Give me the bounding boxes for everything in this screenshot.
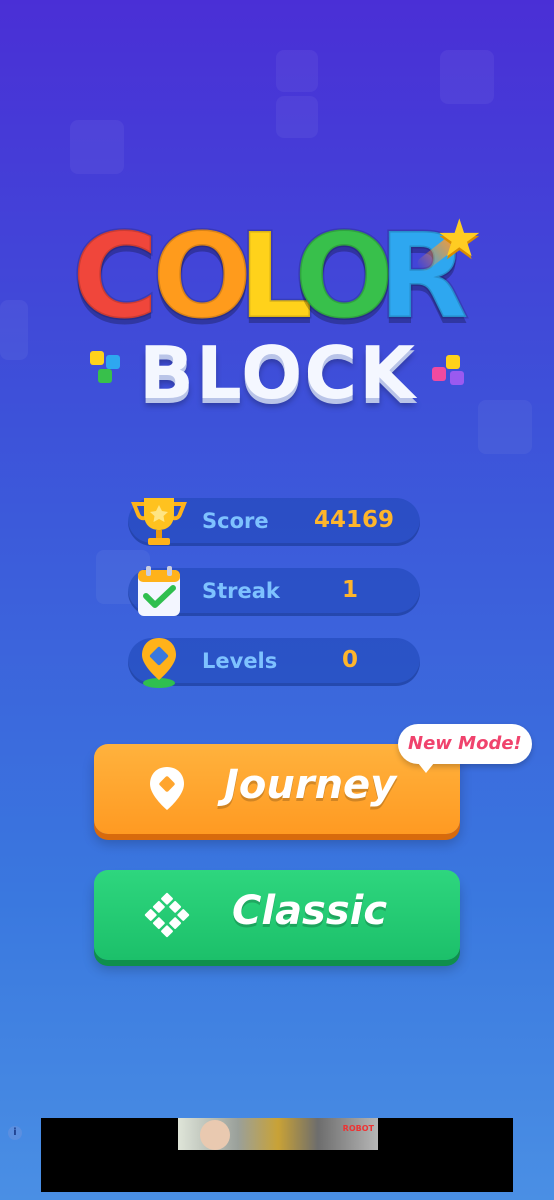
logo-letter: C	[71, 207, 161, 345]
ad-brand-logo: ROBOT	[342, 1124, 374, 1133]
stat-label: Levels	[202, 649, 278, 673]
background-block	[440, 50, 494, 104]
classic-button[interactable]: Classic	[94, 870, 460, 960]
grid-diamond-icon	[142, 890, 192, 940]
background-block	[276, 96, 318, 138]
new-mode-badge: New Mode!	[398, 724, 532, 773]
stat-levels: Levels 0	[128, 638, 420, 688]
journey-button-label: Journey	[224, 762, 397, 808]
stat-value: 0	[342, 647, 359, 673]
ad-banner[interactable]: ROBOT	[41, 1118, 513, 1192]
logo-word-block: BLOCK	[138, 331, 418, 415]
stat-streak: Streak 1	[128, 566, 420, 616]
background-block	[70, 120, 124, 174]
background-block	[276, 50, 318, 92]
classic-button-label: Classic	[232, 888, 388, 934]
cubes-left-icon	[90, 351, 124, 385]
trophy-icon	[128, 494, 190, 550]
map-pin-icon	[128, 634, 190, 690]
stat-value: 44169	[314, 507, 395, 533]
stat-label: Streak	[202, 579, 280, 603]
star-icon: ★	[436, 209, 483, 269]
stat-score: Score 44169	[128, 498, 420, 546]
ad-info-icon[interactable]: i	[8, 1126, 22, 1140]
location-pin-icon	[142, 764, 192, 814]
stat-label: Score	[202, 509, 269, 533]
stat-value: 1	[342, 577, 359, 603]
ad-avatar	[200, 1120, 230, 1150]
game-logo: C O L O R ★ BLOCK	[0, 205, 554, 415]
calendar-check-icon	[128, 564, 190, 620]
logo-word-color: C O L O R	[71, 207, 492, 347]
ad-image[interactable]: ROBOT	[178, 1118, 378, 1150]
cubes-right-icon	[432, 355, 466, 389]
